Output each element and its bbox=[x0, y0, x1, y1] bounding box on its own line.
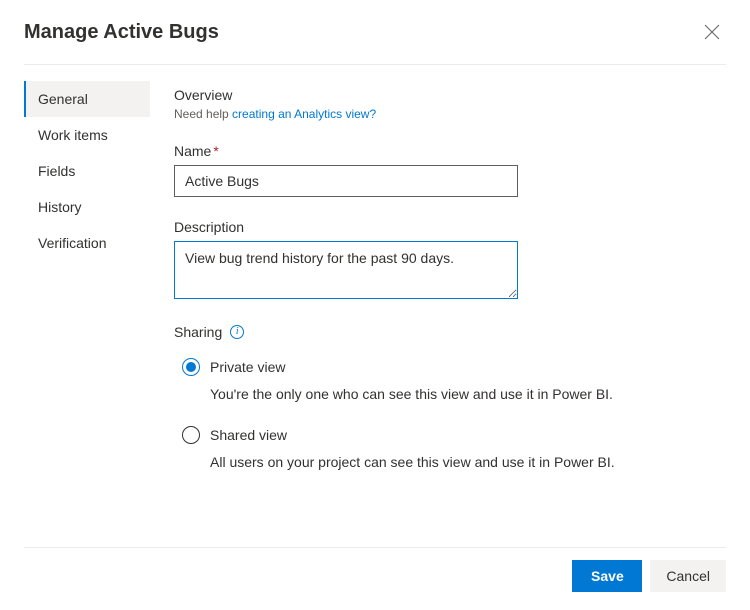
dialog-footer: Save Cancel bbox=[572, 560, 726, 592]
radio-button-icon bbox=[182, 426, 200, 444]
dialog-title: Manage Active Bugs bbox=[24, 21, 219, 44]
radio-description: All users on your project can see this v… bbox=[210, 454, 726, 470]
radio-shared[interactable]: Shared view bbox=[182, 426, 726, 444]
info-icon[interactable]: i bbox=[230, 325, 244, 339]
name-input[interactable] bbox=[174, 165, 518, 197]
sidebar-item-label: Work items bbox=[38, 127, 108, 143]
cancel-button[interactable]: Cancel bbox=[650, 560, 726, 592]
radio-private[interactable]: Private view bbox=[182, 358, 726, 376]
sidebar-item-fields[interactable]: Fields bbox=[24, 153, 150, 189]
close-icon bbox=[704, 24, 720, 40]
description-label: Description bbox=[174, 219, 726, 235]
name-field: Name* bbox=[174, 143, 726, 197]
main-panel: Overview Need help creating an Analytics… bbox=[150, 73, 750, 494]
close-button[interactable] bbox=[698, 18, 726, 46]
description-field: Description bbox=[174, 219, 726, 302]
help-prefix: Need help bbox=[174, 107, 232, 121]
sidebar-item-history[interactable]: History bbox=[24, 189, 150, 225]
sharing-header: Sharing i bbox=[174, 324, 726, 340]
radio-button-icon bbox=[182, 358, 200, 376]
sharing-label: Sharing bbox=[174, 324, 222, 340]
sidebar-item-general[interactable]: General bbox=[24, 81, 150, 117]
sidebar-item-label: General bbox=[38, 91, 88, 107]
help-text: Need help creating an Analytics view? bbox=[174, 107, 726, 121]
sidebar-item-label: History bbox=[38, 199, 82, 215]
footer-divider bbox=[24, 547, 726, 548]
save-button[interactable]: Save bbox=[572, 560, 642, 592]
sidebar-item-label: Fields bbox=[38, 163, 75, 179]
sharing-option-shared: Shared view All users on your project ca… bbox=[174, 426, 726, 470]
required-indicator: * bbox=[213, 143, 218, 159]
radio-dot-icon bbox=[186, 362, 196, 372]
overview-title: Overview bbox=[174, 87, 726, 103]
sidebar-item-work-items[interactable]: Work items bbox=[24, 117, 150, 153]
sharing-option-private: Private view You're the only one who can… bbox=[174, 358, 726, 402]
dialog-body: General Work items Fields History Verifi… bbox=[0, 65, 750, 494]
radio-label: Shared view bbox=[210, 427, 287, 443]
dialog-header: Manage Active Bugs bbox=[0, 0, 750, 64]
radio-label: Private view bbox=[210, 359, 285, 375]
sidebar: General Work items Fields History Verifi… bbox=[0, 73, 150, 494]
sidebar-item-label: Verification bbox=[38, 235, 106, 251]
help-link[interactable]: creating an Analytics view? bbox=[232, 107, 376, 121]
sidebar-item-verification[interactable]: Verification bbox=[24, 225, 150, 261]
radio-description: You're the only one who can see this vie… bbox=[210, 386, 726, 402]
description-input[interactable] bbox=[174, 241, 518, 299]
name-label: Name* bbox=[174, 143, 726, 159]
